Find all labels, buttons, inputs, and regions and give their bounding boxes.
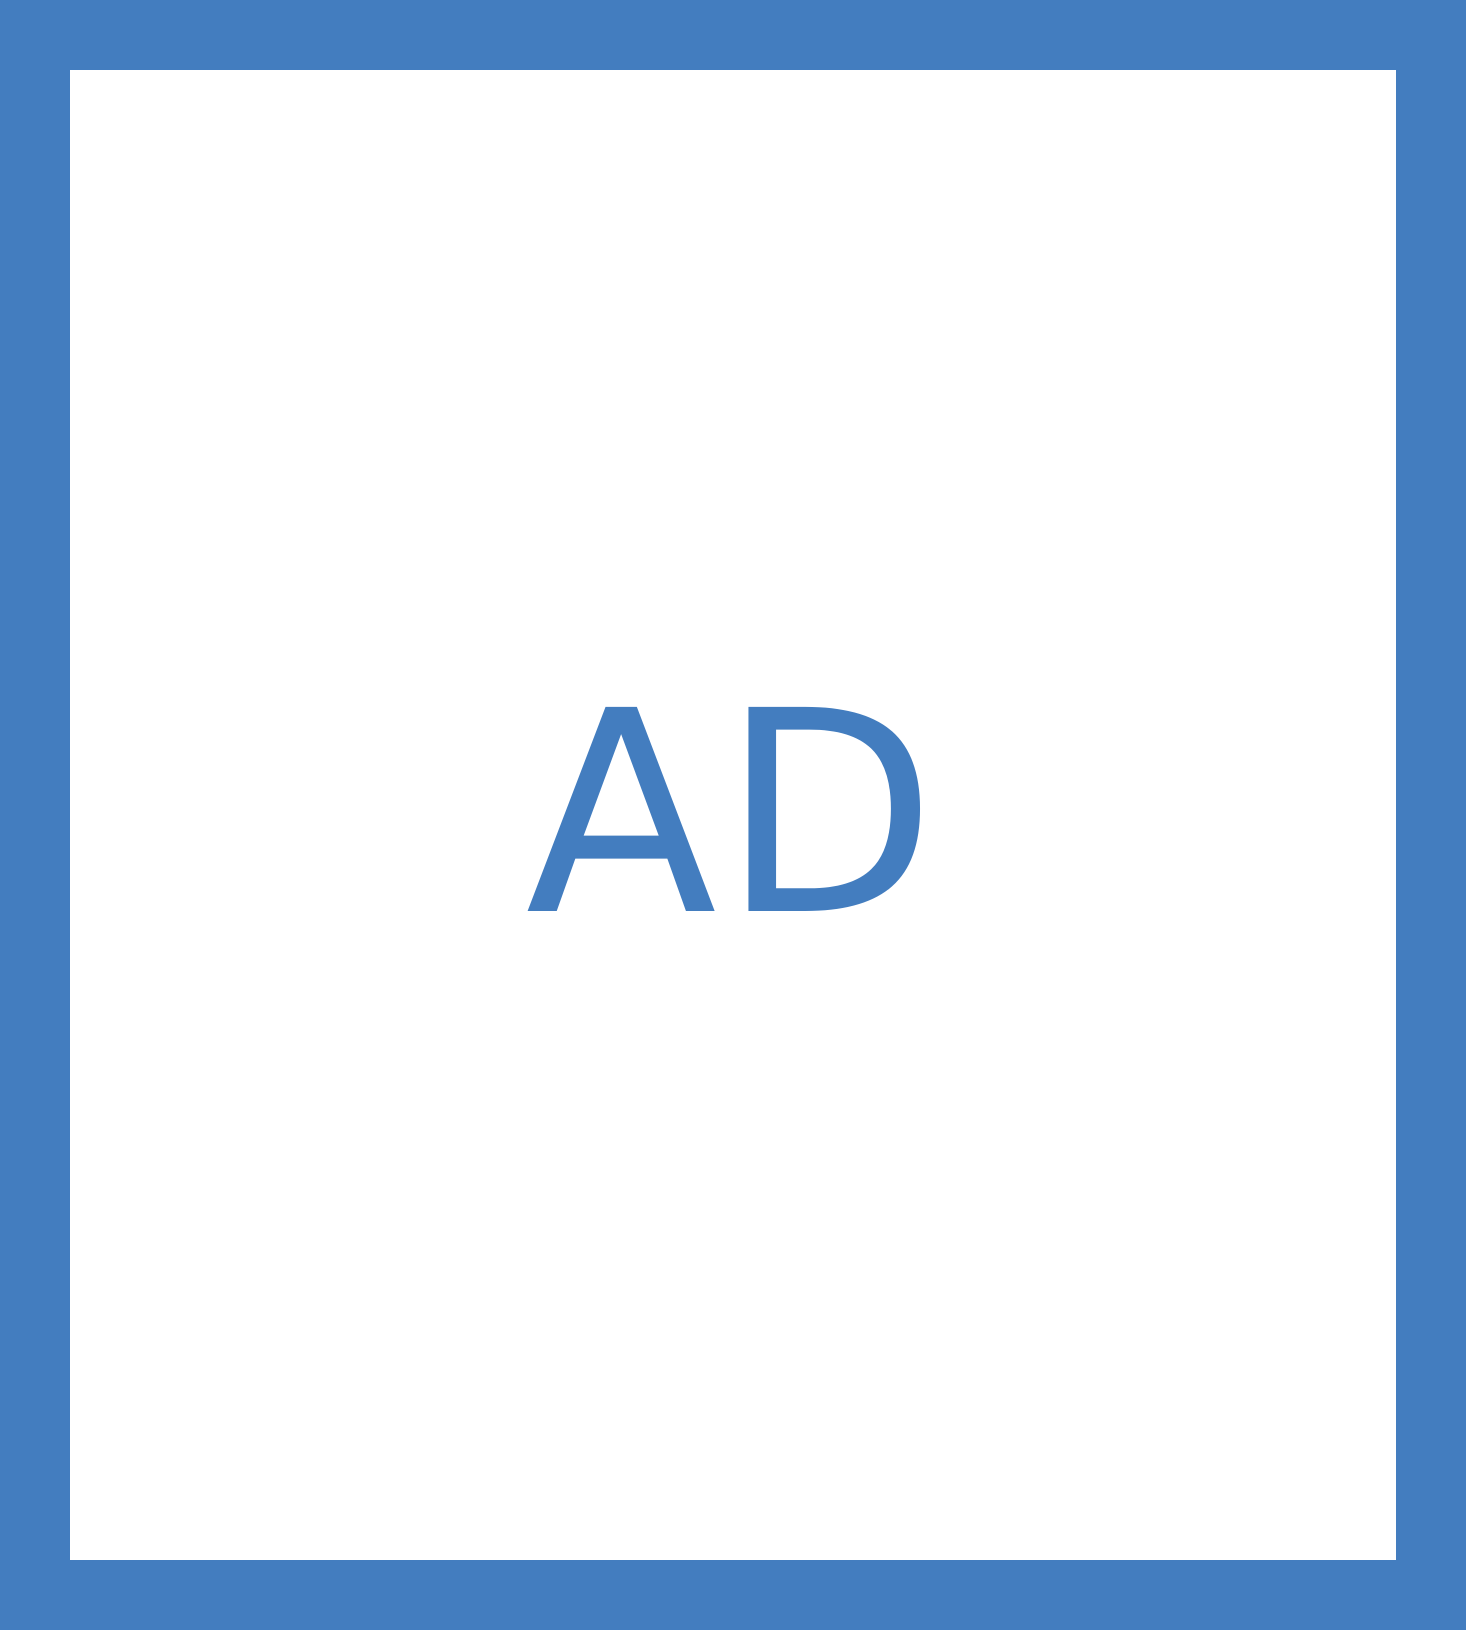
ad-label: AD bbox=[525, 652, 941, 978]
ad-placeholder-frame[interactable]: AD bbox=[0, 0, 1466, 1630]
